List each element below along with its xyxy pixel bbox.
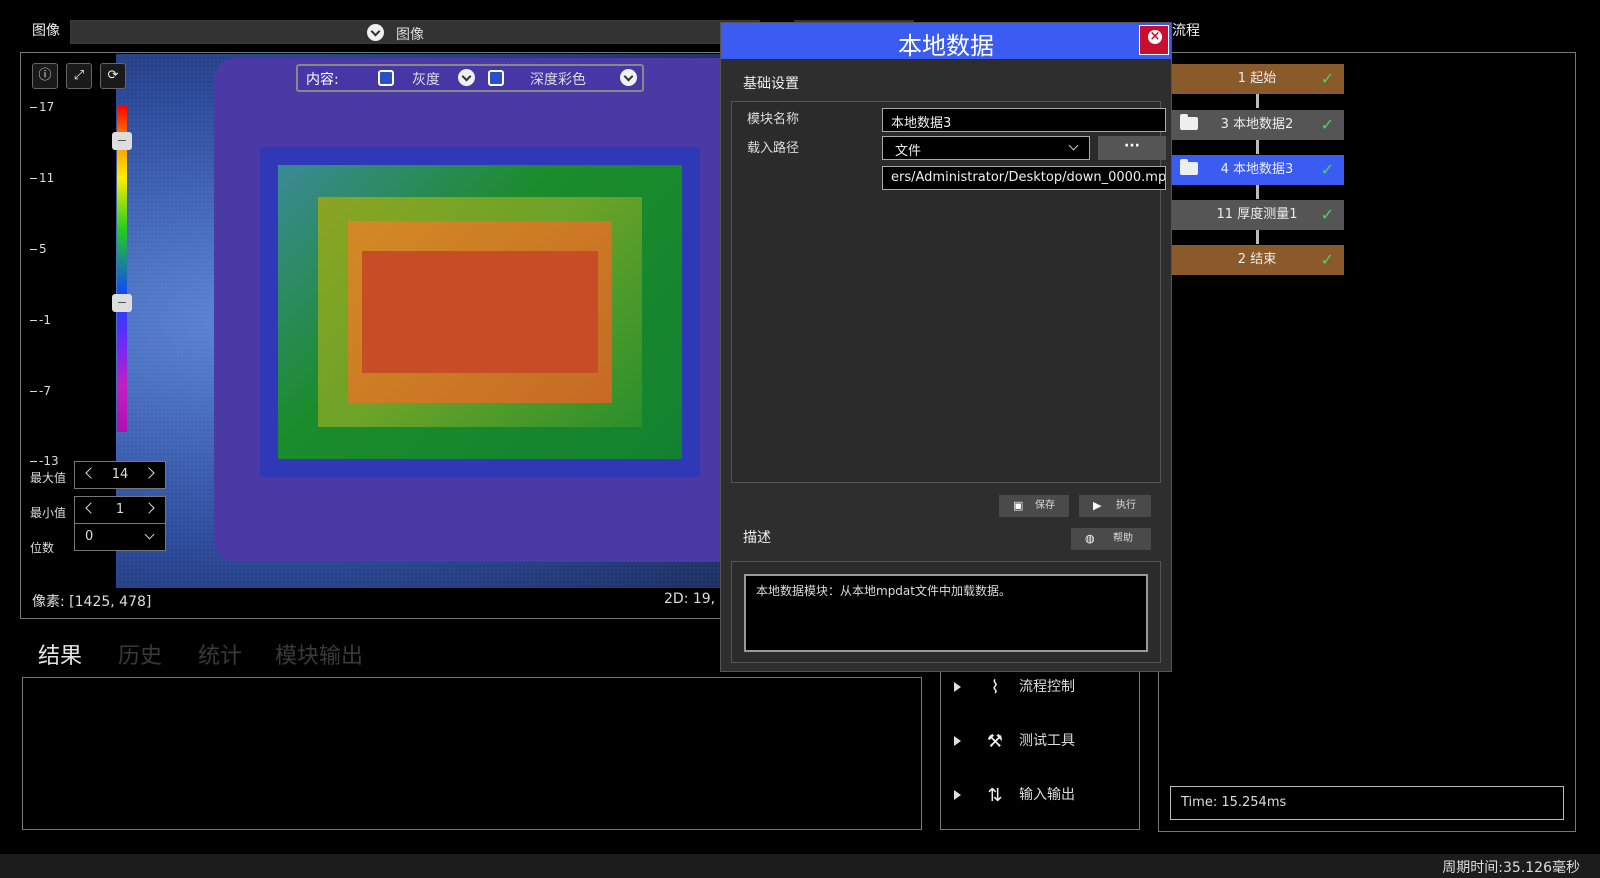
digits-select[interactable]: 0 <box>74 523 166 551</box>
tools-icon: ⚒ <box>986 730 1004 752</box>
scale-tick: 5 <box>30 242 47 256</box>
tab-result[interactable]: 结果 <box>38 638 82 670</box>
chevron-down-icon <box>367 24 384 41</box>
save-button[interactable]: ▣ 保存 <box>999 495 1069 517</box>
check-icon: ✓ <box>1320 250 1334 269</box>
expand-arrow-icon[interactable] <box>954 682 961 692</box>
swap-vertical-icon: ⇅ <box>987 784 1003 806</box>
tab-history[interactable]: 历史 <box>118 638 162 670</box>
scale-tick: -13 <box>30 454 59 468</box>
check-icon: ✓ <box>1320 205 1334 224</box>
chevron-down-icon <box>144 529 155 540</box>
expand-arrow-icon[interactable] <box>954 736 961 746</box>
check-icon: ✓ <box>1320 160 1334 179</box>
basic-settings-header: 基础设置 <box>743 76 799 92</box>
scale-tick: 11 <box>30 171 54 185</box>
depth-color-label: 深度彩色 <box>530 72 586 88</box>
chart-line-icon: ⌇ <box>990 676 1000 698</box>
scale-tick: -1 <box>30 313 51 327</box>
description-text: 本地数据模块：从本地mpdat文件中加载数据。 <box>744 574 1148 652</box>
coord-readout: 2D: 19, 3 <box>664 591 729 607</box>
scale-tick: -7 <box>30 384 51 398</box>
flow-node-local-data-3[interactable]: 4 本地数据3 ✓ <box>1170 155 1344 185</box>
path-field[interactable]: ers/Administrator/Desktop/down_0000.mpda… <box>882 166 1166 190</box>
chevron-down-icon[interactable] <box>458 69 475 86</box>
module-name-label: 模块名称 <box>747 112 800 127</box>
refresh-icon[interactable]: ⟳ <box>100 63 126 89</box>
folder-icon <box>1180 114 1198 130</box>
description-group: 本地数据模块：从本地mpdat文件中加载数据。 <box>731 561 1161 663</box>
browse-button[interactable]: ··· <box>1098 136 1166 160</box>
flow-connector <box>1256 230 1259 244</box>
chevron-down-icon[interactable] <box>620 69 637 86</box>
check-icon: ✓ <box>1320 69 1334 88</box>
description-header: 描述 <box>743 530 771 546</box>
fullscreen-icon[interactable]: ⤢ <box>66 63 92 89</box>
min-value-stepper[interactable]: 1 <box>74 496 166 524</box>
image-source-combo[interactable]: 图像 <box>70 20 760 44</box>
digits-label: 位数 <box>30 541 55 555</box>
tool-test-tools[interactable]: ⚒ 测试工具 <box>954 730 1075 752</box>
depth-map <box>260 147 700 477</box>
time-readout: Time: 15.254ms <box>1170 786 1564 820</box>
help-button[interactable]: ◍ 帮助 <box>1071 528 1151 550</box>
scale-tick: 17 <box>30 100 54 114</box>
folder-icon <box>1180 159 1198 175</box>
flow-label: 流程 <box>1172 23 1200 39</box>
max-value-label: 最大值 <box>30 471 67 485</box>
flow-node-start[interactable]: 1 起始 ✓ <box>1170 64 1344 94</box>
chevron-down-icon <box>1068 140 1079 151</box>
local-data-dialog: 本地数据 基础设置 模块名称 本地数据3 载入路径 文件 ··· ers/Adm… <box>720 22 1172 672</box>
dialog-title-bar[interactable]: 本地数据 <box>721 23 1171 60</box>
close-button[interactable] <box>1139 25 1169 55</box>
tool-io[interactable]: ⇅ 输入输出 <box>954 784 1075 806</box>
flow-node-thickness-1[interactable]: 11 厚度测量1 ✓ <box>1170 200 1344 230</box>
max-value-stepper[interactable]: 14 <box>74 461 166 489</box>
module-name-field[interactable]: 本地数据3 <box>882 108 1166 132</box>
dialog-title: 本地数据 <box>898 32 994 60</box>
depth-image[interactable] <box>116 54 766 588</box>
grayscale-checkbox[interactable] <box>378 70 394 86</box>
flow-connector <box>1256 94 1259 108</box>
depth-color-checkbox[interactable] <box>488 70 504 86</box>
image-label: 图像 <box>32 23 60 39</box>
flow-node-end[interactable]: 2 结束 ✓ <box>1170 245 1344 275</box>
scale-max-handle[interactable] <box>112 132 132 150</box>
image-source-value: 图像 <box>396 27 424 43</box>
info-icon[interactable]: ⓘ <box>32 63 58 89</box>
status-bar: 周期时间:35.126毫秒 <box>0 854 1600 878</box>
tool-flow-control[interactable]: ⌇ 流程控制 <box>954 676 1075 698</box>
result-area <box>22 677 922 830</box>
content-label: 内容: <box>306 72 339 88</box>
color-scale-bar <box>117 106 127 432</box>
min-value-label: 最小值 <box>30 506 67 520</box>
flow-connector <box>1256 140 1259 154</box>
expand-arrow-icon[interactable] <box>954 790 961 800</box>
run-button[interactable]: ▶ 执行 <box>1079 495 1151 517</box>
settings-group: 模块名称 本地数据3 载入路径 文件 ··· ers/Administrator… <box>731 101 1166 483</box>
tab-module-output[interactable]: 模块输出 <box>275 638 363 670</box>
scale-min-handle[interactable] <box>112 294 132 312</box>
cycle-time: 周期时间:35.126毫秒 <box>1442 860 1580 876</box>
content-selector: 内容: 灰度 深度彩色 <box>296 64 644 92</box>
path-type-select[interactable]: 文件 <box>882 136 1090 160</box>
pixel-readout: 像素: [1425, 478] <box>32 594 152 610</box>
grayscale-label: 灰度 <box>412 72 440 88</box>
load-path-label: 载入路径 <box>747 141 800 156</box>
check-icon: ✓ <box>1320 115 1334 134</box>
flow-node-local-data-2[interactable]: 3 本地数据2 ✓ <box>1170 110 1344 140</box>
flow-connector <box>1256 185 1259 199</box>
tab-statistics[interactable]: 统计 <box>198 638 242 670</box>
